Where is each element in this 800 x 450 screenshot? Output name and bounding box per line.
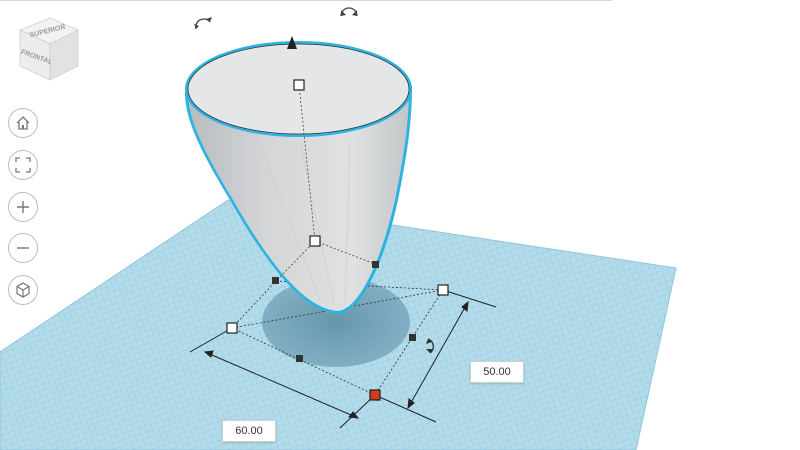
scene-3d[interactable]: [0, 0, 800, 450]
plus-icon: [17, 201, 29, 213]
home-icon: [16, 116, 30, 130]
corner-handle[interactable]: [437, 284, 449, 296]
edge-handle[interactable]: [409, 334, 416, 341]
workplane-viewport[interactable]: SUPERIOR FRONTAL: [0, 0, 800, 450]
view-cube[interactable]: SUPERIOR FRONTAL: [14, 14, 84, 84]
depth-input[interactable]: [477, 366, 517, 378]
center-handle[interactable]: [309, 235, 321, 247]
home-view-button[interactable]: [8, 108, 38, 138]
minus-icon: [17, 247, 29, 249]
active-corner-handle[interactable]: [369, 389, 381, 401]
width-dimension-field[interactable]: [222, 420, 276, 442]
fit-view-icon: [15, 157, 31, 173]
edge-handle[interactable]: [272, 277, 279, 284]
rotate-arrow-icon[interactable]: [340, 7, 358, 17]
fit-view-button[interactable]: [8, 150, 38, 180]
corner-handle[interactable]: [226, 322, 238, 334]
width-input[interactable]: [229, 425, 269, 437]
rotate-arrow-icon[interactable]: [194, 17, 212, 30]
perspective-button[interactable]: [8, 275, 38, 305]
zoom-in-button[interactable]: [8, 192, 38, 222]
zoom-out-button[interactable]: [8, 233, 38, 263]
edge-handle[interactable]: [296, 355, 303, 362]
edge-handle[interactable]: [372, 261, 379, 268]
depth-dimension-field[interactable]: [470, 361, 524, 383]
perspective-cube-icon: [16, 282, 30, 298]
top-handle[interactable]: [293, 79, 305, 91]
